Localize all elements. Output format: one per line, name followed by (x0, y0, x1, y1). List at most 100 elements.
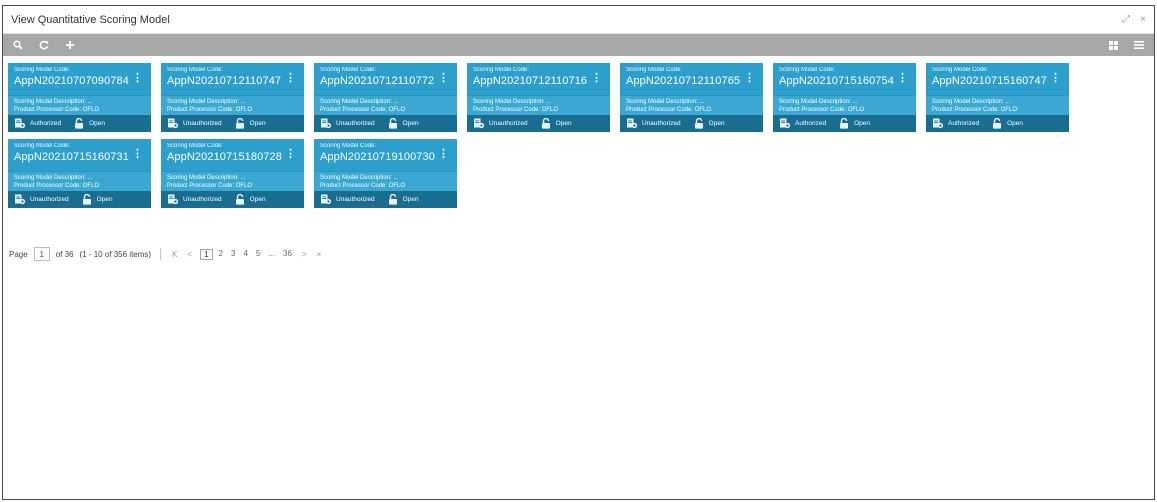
card-details: Scoring Model Description: ... Product P… (773, 95, 916, 115)
description-text: Scoring Model Description: ... (626, 99, 705, 105)
plus-icon[interactable] (65, 40, 75, 50)
scoring-model-card[interactable]: Scoring Model Code: AppN20210715160731 ⋮… (8, 139, 151, 208)
kebab-menu-icon[interactable]: ⋮ (438, 71, 449, 84)
next-page-button[interactable]: > (300, 250, 309, 259)
toolbar (3, 34, 1154, 56)
kebab-menu-icon[interactable]: ⋮ (744, 71, 755, 84)
kebab-menu-icon[interactable]: ⋮ (285, 71, 296, 84)
card-details: Scoring Model Description: ... Product P… (161, 95, 304, 115)
description-text: Scoring Model Description: ... (14, 99, 93, 105)
card-header: Scoring Model Code: AppN20210712110765 ⋮ (620, 63, 763, 95)
card-header: Scoring Model Code: AppN20210719100730 ⋮ (314, 139, 457, 171)
scoring-model-code: AppN20210715160754 (779, 75, 894, 87)
kebab-menu-icon[interactable]: ⋮ (438, 147, 449, 160)
close-icon[interactable]: × (1140, 14, 1146, 25)
scoring-model-code: AppN20210712110765 (626, 75, 741, 87)
record-status: Open (402, 196, 419, 203)
card-footer: Unauthorized Open (620, 115, 763, 132)
page-number-button[interactable]: 5 (254, 249, 262, 260)
unlock-icon (234, 117, 246, 129)
scoring-model-code: AppN20210707090784 (14, 75, 129, 87)
last-page-button[interactable]: × (315, 250, 324, 259)
processor-text: Product Processor Code: OFLO (167, 107, 253, 113)
unlock-icon (387, 117, 399, 129)
authorization-status: Unauthorized (642, 120, 681, 127)
scoring-model-code: AppN20210712110716 (473, 75, 588, 87)
pagination: Page 1 of 36 (1 - 10 of 356 items) K < 1… (3, 247, 323, 261)
scoring-model-card[interactable]: Scoring Model Code: AppN20210712110772 ⋮… (314, 63, 457, 132)
description-text: Scoring Model Description: ... (14, 175, 93, 181)
kebab-menu-icon[interactable]: ⋮ (897, 71, 908, 84)
scoring-model-card[interactable]: Scoring Model Code: AppN20210715160747 ⋮… (926, 63, 1069, 132)
scoring-model-code: AppN20210719100730 (320, 151, 435, 163)
prev-page-button[interactable]: < (185, 250, 194, 259)
unlock-icon (540, 117, 552, 129)
authorization-status: Unauthorized (183, 196, 222, 203)
current-page-input[interactable]: 1 (33, 247, 50, 261)
unlock-icon (81, 193, 93, 205)
description-text: Scoring Model Description: ... (167, 175, 246, 181)
list-view-icon[interactable] (1134, 41, 1144, 49)
card-details: Scoring Model Description: ... Product P… (467, 95, 610, 115)
scoring-model-card[interactable]: Scoring Model Code: AppN20210712110747 ⋮… (161, 63, 304, 132)
card-details: Scoring Model Description: ... Product P… (8, 95, 151, 115)
scoring-model-card[interactable]: Scoring Model Code: AppN20210715160754 ⋮… (773, 63, 916, 132)
first-page-button[interactable]: K (170, 250, 179, 259)
authorization-status-icon (167, 194, 179, 205)
kebab-menu-icon[interactable]: ⋮ (285, 147, 296, 160)
card-header: Scoring Model Code: AppN20210712110716 ⋮ (467, 63, 610, 95)
toolbar-actions (13, 40, 75, 50)
page-number-button[interactable]: 2 (217, 249, 225, 260)
card-header: Scoring Model Code: AppN20210715180728 ⋮ (161, 139, 304, 171)
description-text: Scoring Model Description: ... (473, 99, 552, 105)
search-icon[interactable] (13, 40, 23, 50)
card-details: Scoring Model Description: ... Product P… (8, 171, 151, 191)
card-footer: Unauthorized Open (8, 191, 151, 208)
scoring-model-card[interactable]: Scoring Model Code: AppN20210712110716 ⋮… (467, 63, 610, 132)
maximize-icon[interactable]: ⤢ (1122, 14, 1130, 25)
card-footer: Unauthorized Open (314, 115, 457, 132)
page-count: of 36 (55, 249, 74, 259)
description-text: Scoring Model Description: ... (167, 99, 246, 105)
card-grid: Scoring Model Code: AppN20210707090784 ⋮… (3, 56, 1103, 208)
authorization-status-icon (14, 194, 26, 205)
code-label: Scoring Model Code: (473, 67, 530, 73)
record-status: Open (249, 196, 266, 203)
record-status: Open (89, 120, 105, 127)
page-number-button[interactable]: 3 (229, 249, 237, 260)
main-window: View Quantitative Scoring Model ⤢ × Scor… (2, 5, 1155, 500)
authorization-status: Unauthorized (336, 120, 375, 127)
card-details: Scoring Model Description: ... Product P… (620, 95, 763, 115)
page-number-button[interactable]: 4 (241, 249, 249, 260)
scoring-model-card[interactable]: Scoring Model Code: AppN20210715180728 ⋮… (161, 139, 304, 208)
description-text: Scoring Model Description: ... (779, 99, 858, 105)
page-number-button[interactable]: 36 (281, 249, 294, 260)
record-status: Open (249, 120, 266, 127)
refresh-icon[interactable] (39, 40, 49, 50)
kebab-menu-icon[interactable]: ⋮ (132, 147, 143, 160)
kebab-menu-icon[interactable]: ⋮ (591, 71, 602, 84)
unlock-icon (234, 193, 246, 205)
page-number-button[interactable]: 1 (200, 248, 213, 260)
record-status: Open (402, 120, 419, 127)
authorization-status-icon (626, 118, 638, 129)
card-details: Scoring Model Description: ... Product P… (314, 171, 457, 191)
unlock-icon (838, 117, 850, 129)
code-label: Scoring Model Code: (167, 67, 224, 73)
authorization-status: Authorized (948, 120, 980, 127)
authorization-status: Unauthorized (336, 196, 375, 203)
kebab-menu-icon[interactable]: ⋮ (1050, 71, 1061, 84)
description-text: Scoring Model Description: ... (320, 99, 399, 105)
pager-divider (160, 248, 162, 260)
window-title: View Quantitative Scoring Model (11, 13, 170, 26)
processor-text: Product Processor Code: OFLO (779, 107, 865, 113)
tile-view-icon[interactable] (1109, 40, 1118, 50)
scoring-model-card[interactable]: Scoring Model Code: AppN20210719100730 ⋮… (314, 139, 457, 208)
kebab-menu-icon[interactable]: ⋮ (132, 71, 143, 84)
scoring-model-card[interactable]: Scoring Model Code: AppN20210712110765 ⋮… (620, 63, 763, 132)
scoring-model-card[interactable]: Scoring Model Code: AppN20210707090784 ⋮… (8, 63, 151, 132)
scoring-model-code: AppN20210712110772 (320, 75, 435, 87)
processor-text: Product Processor Code: OFLO (14, 107, 100, 113)
scoring-model-code: AppN20210715180728 (167, 151, 282, 163)
window-controls: ⤢ × (1122, 14, 1146, 25)
